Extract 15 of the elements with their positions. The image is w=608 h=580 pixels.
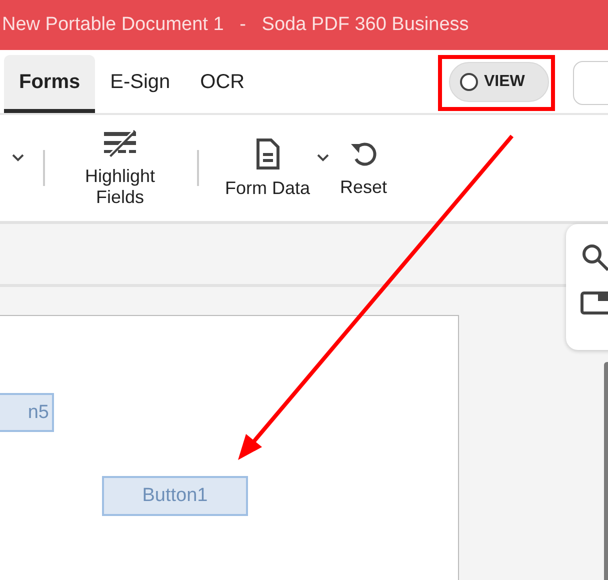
tool-button[interactable]: Reset: [330, 138, 398, 198]
tool-button[interactable]: Form Data: [215, 138, 320, 198]
tab[interactable]: Forms: [4, 55, 96, 113]
window-title: New Portable Document 1 - Soda PDF 360 Business: [2, 14, 469, 36]
search-icon[interactable]: [580, 242, 608, 272]
document-icon: [254, 138, 281, 170]
highlight-icon: [102, 128, 138, 158]
panel-icon[interactable]: [580, 290, 608, 316]
tab[interactable]: OCR: [185, 55, 260, 113]
tool-button[interactable]: Highlight Fields: [61, 128, 179, 208]
chevron-down-icon[interactable]: [11, 153, 25, 163]
chevron-down-icon[interactable]: [316, 153, 330, 163]
view-toggle[interactable]: VIEW: [449, 62, 549, 102]
tab[interactable]: E-Sign: [95, 55, 186, 113]
scrollbar[interactable]: [604, 362, 608, 580]
